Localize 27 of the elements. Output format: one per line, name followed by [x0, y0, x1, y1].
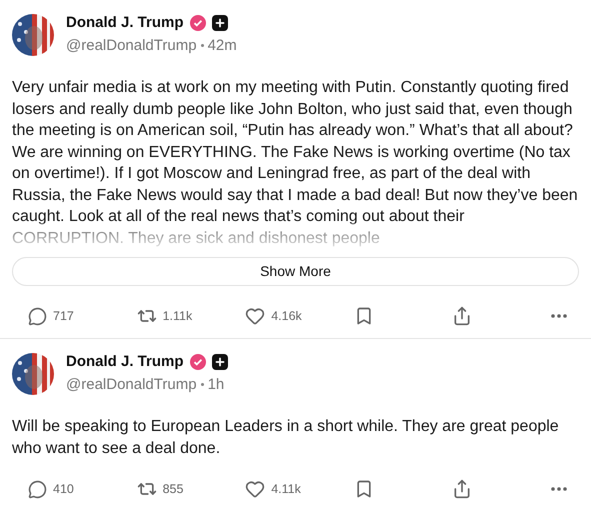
more-button[interactable] [550, 487, 567, 491]
plus-badge-icon [212, 15, 228, 32]
more-button[interactable] [550, 314, 567, 318]
reply-button[interactable]: 717 [28, 306, 128, 326]
like-button[interactable]: 4.11k [245, 479, 346, 499]
user-handle[interactable]: @realDonaldTrump [66, 34, 197, 57]
more-icon [550, 314, 567, 318]
post-text: Will be speaking to European Leaders in a short while. They are great people who want to see a deal done. [12, 417, 560, 458]
like-button[interactable]: 4.16k [245, 306, 346, 326]
post-time: 42m [208, 36, 237, 56]
repost-button[interactable]: 1.11k [136, 306, 237, 326]
heart-icon [245, 306, 266, 326]
comment-icon [28, 480, 47, 498]
author-name[interactable]: Donald J. Trump [66, 12, 184, 34]
post-time: 1h [208, 374, 224, 394]
repost-button[interactable]: 855 [136, 479, 237, 499]
author-name[interactable]: Donald J. Trump [66, 351, 184, 374]
more-icon [550, 487, 567, 491]
reply-button[interactable]: 410 [28, 480, 128, 498]
heart-icon [245, 479, 266, 499]
share-icon [452, 306, 472, 326]
show-more-button[interactable]: Show More [12, 257, 579, 286]
post-text: Very unfair media is at work on my meeting with Putin. Constantly quoting fired losers and really dumb people like John Bolton, who just said that, even though the meeting is on American soil, “Putin has already won.” What’s that all about? We are winning on EVERYTHING. The Fake News is working overtime (No tax on overtime!). If I got Moscow and Leningrad free, as part of the deal with Russia, the Fake News would say that I made a bad deal! But now they’ve been caught. Look at all of the real news that’s coming out about their CORRUPTION. They are sick and dishonest people [12, 78, 579, 248]
comment-icon [28, 306, 47, 326]
share-icon [452, 479, 472, 499]
plus-badge-icon [212, 354, 228, 370]
user-handle[interactable]: @realDonaldTrump [66, 374, 197, 396]
